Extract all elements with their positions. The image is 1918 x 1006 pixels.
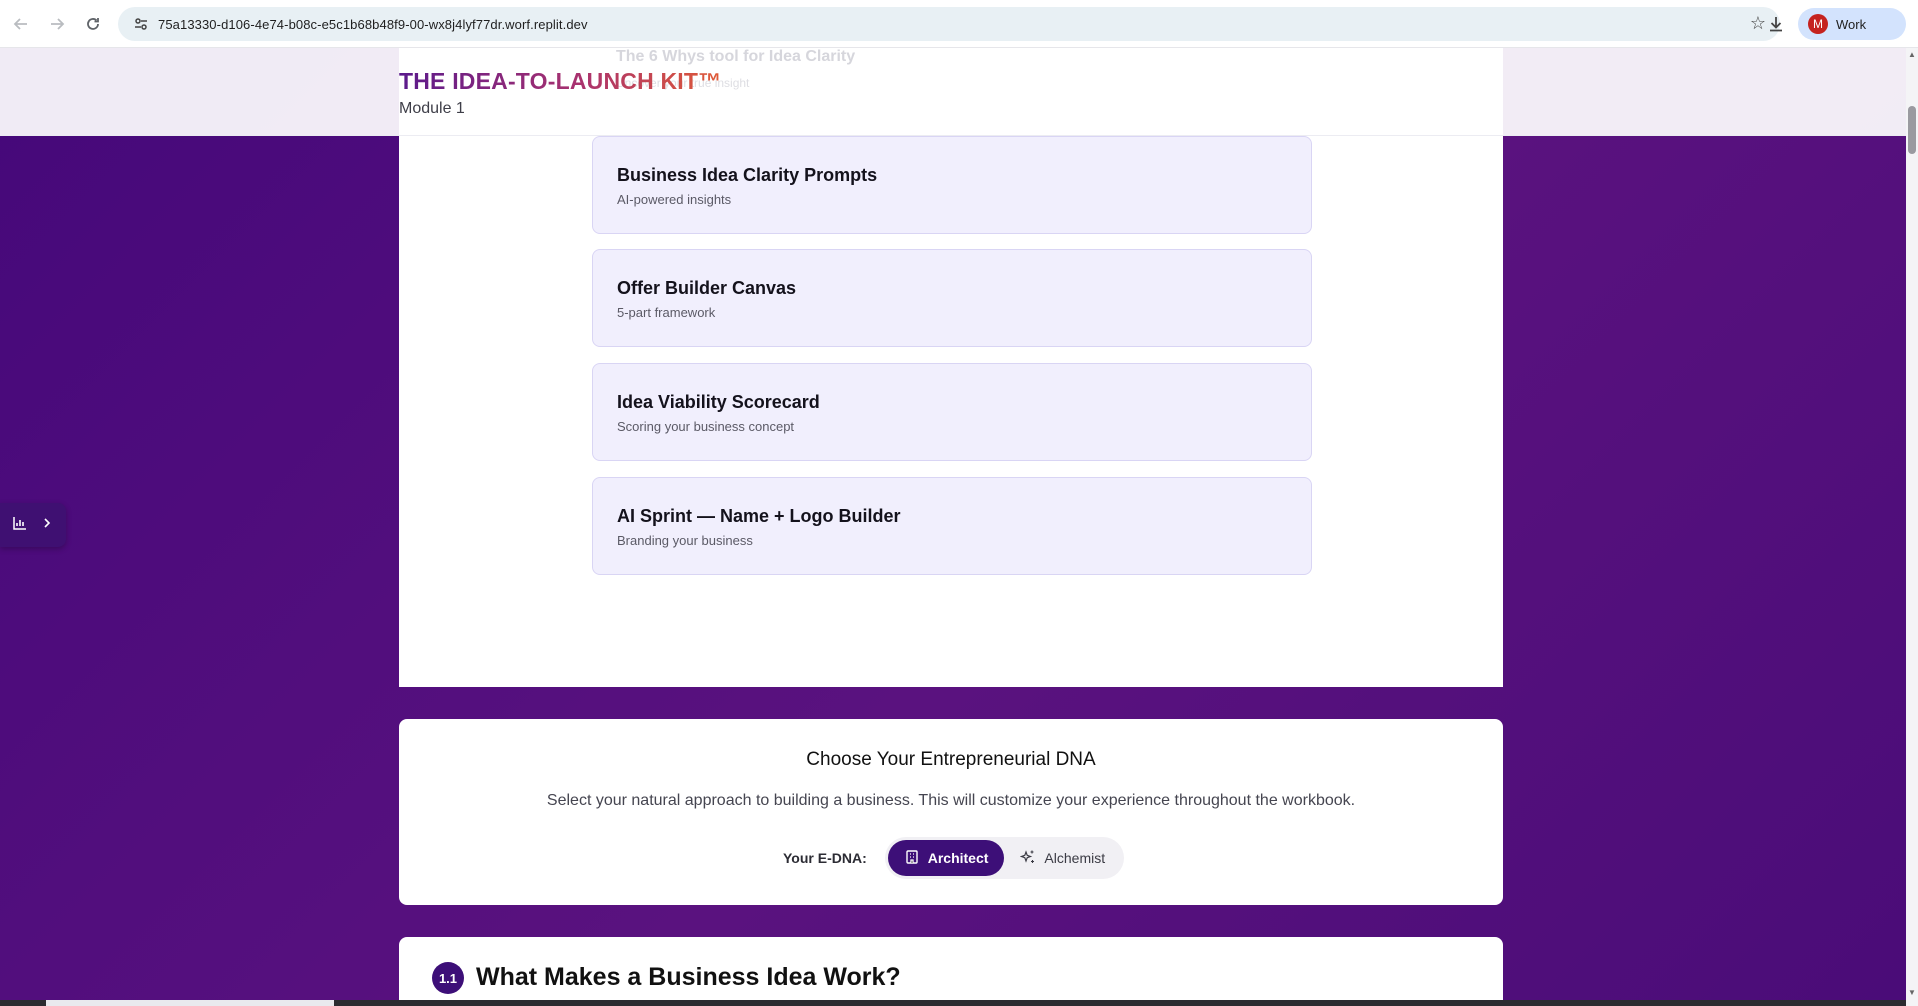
architect-label: Architect <box>927 850 989 866</box>
entrepreneurial-dna-card: Choose Your Entrepreneurial DNA Select y… <box>399 719 1503 905</box>
resource-subtitle: Branding your business <box>617 533 753 548</box>
resource-card-ai-sprint[interactable]: AI Sprint — Name + Logo Builder Branding… <box>592 477 1312 575</box>
avatar: M <box>1808 14 1828 34</box>
edna-label: Your E-DNA: <box>783 850 867 866</box>
resource-title: Offer Builder Canvas <box>617 278 797 298</box>
module-label: Module 1 <box>399 100 465 117</box>
chevron-right-icon <box>42 516 52 534</box>
address-bar[interactable]: 75a13330-d106-4e74-b08c-e5c1b68b48f9-00-… <box>118 7 1780 41</box>
scroll-down-icon[interactable]: ▼ <box>1908 988 1916 997</box>
resource-card-clarity-prompts[interactable]: Business Idea Clarity Prompts AI-powered… <box>592 136 1312 234</box>
dna-title: Choose Your Entrepreneurial DNA <box>806 749 1096 770</box>
alchemist-option-button[interactable]: Alchemist <box>1004 840 1121 876</box>
reload-icon[interactable] <box>78 9 108 39</box>
progress-panel-toggle[interactable] <box>0 503 66 547</box>
alchemist-label: Alchemist <box>1044 850 1106 866</box>
edna-selector: Your E-DNA: Architect Alchemist <box>783 837 1125 879</box>
site-settings-icon[interactable] <box>124 16 158 32</box>
browser-toolbar: 75a13330-d106-4e74-b08c-e5c1b68b48f9-00-… <box>0 0 1918 48</box>
resource-title: Business Idea Clarity Prompts <box>617 165 878 185</box>
dna-description: Select your natural approach to building… <box>546 792 1356 809</box>
bar-chart-icon <box>12 515 28 536</box>
ghost-resource-title: The 6 Whys tool for Idea Clarity <box>616 48 856 65</box>
section-title: What Makes a Business Idea Work? <box>476 963 901 991</box>
forward-icon[interactable] <box>42 9 72 39</box>
page-viewport: Business Idea Clarity Prompts AI-powered… <box>0 48 1906 1006</box>
vertical-scrollbar[interactable]: ▲ ▼ <box>1906 48 1918 1006</box>
section-number-badge: 1.1 <box>432 962 464 994</box>
scroll-up-icon[interactable]: ▲ <box>1908 50 1916 59</box>
back-icon[interactable] <box>6 9 36 39</box>
page-title: THE IDEA-TO-LAUNCH KIT™ <box>399 68 722 94</box>
taskbar-highlight <box>46 1000 334 1006</box>
resource-subtitle: 5-part framework <box>617 305 716 320</box>
resource-card-offer-builder[interactable]: Offer Builder Canvas 5-part framework <box>592 249 1312 347</box>
resource-subtitle: Scoring your business concept <box>617 419 795 434</box>
section-card: 1.1 What Makes a Business Idea Work? <box>399 937 1503 1006</box>
resource-card-viability-scorecard[interactable]: Idea Viability Scorecard Scoring your bu… <box>592 363 1312 461</box>
resource-title: AI Sprint — Name + Logo Builder <box>617 506 901 526</box>
architect-option-button[interactable]: Architect <box>887 840 1005 876</box>
url-text[interactable]: 75a13330-d106-4e74-b08c-e5c1b68b48f9-00-… <box>158 17 588 32</box>
profile-button[interactable]: M Work <box>1798 8 1906 40</box>
profile-label: Work <box>1836 16 1867 32</box>
scroll-thumb[interactable] <box>1908 106 1916 154</box>
building-icon <box>904 849 920 868</box>
sticky-header: The 6 Whys tool for Idea Clarity Uncover… <box>0 48 1906 136</box>
edna-toggle-group: Architect Alchemist <box>884 837 1125 879</box>
download-icon[interactable] <box>1762 10 1790 38</box>
resource-subtitle: AI-powered insights <box>617 192 732 207</box>
resource-title: Idea Viability Scorecard <box>617 392 820 412</box>
sparkles-icon <box>1020 849 1036 868</box>
